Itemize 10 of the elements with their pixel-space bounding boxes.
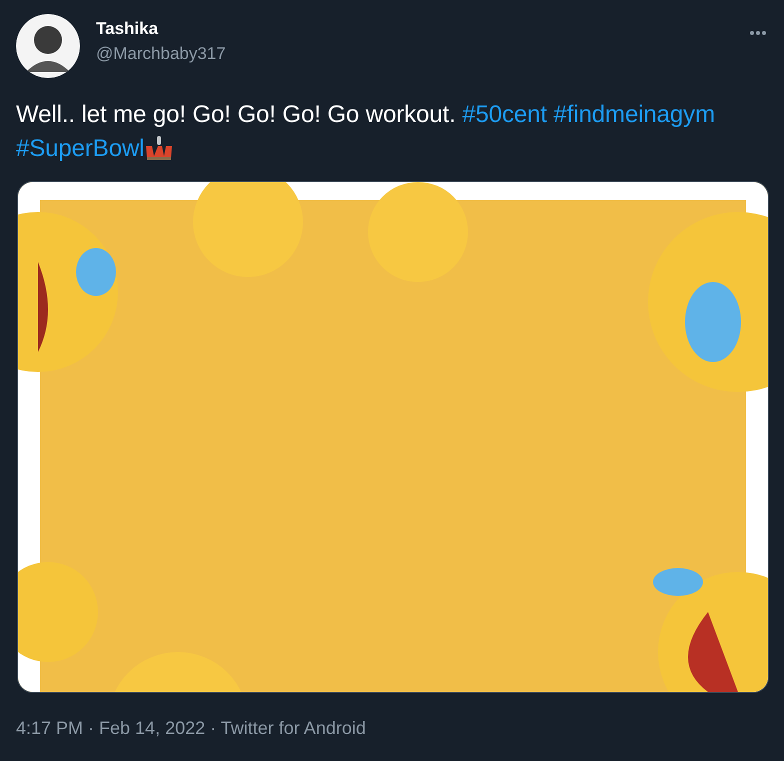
hashtag-link[interactable]: #findmeinagym	[554, 101, 715, 128]
author-handle[interactable]: @Marchbaby317	[96, 44, 733, 64]
hashtag-link[interactable]: #50cent	[462, 101, 547, 128]
tweet-timestamp: 4:17 PM · Feb 14, 2022 · Twitter for Android	[16, 718, 367, 739]
avatar[interactable]	[16, 14, 80, 78]
author-name[interactable]: Tashika	[96, 19, 733, 39]
hashtag-link[interactable]: #SuperBowl	[16, 135, 144, 162]
trophy-logo-icon	[144, 136, 174, 160]
more-icon[interactable]	[749, 30, 767, 36]
tweet-text: Well.. let me go! Go! Go! Go! Go workout. #50cent #findmeinagym #SuperBowl	[16, 100, 716, 164]
